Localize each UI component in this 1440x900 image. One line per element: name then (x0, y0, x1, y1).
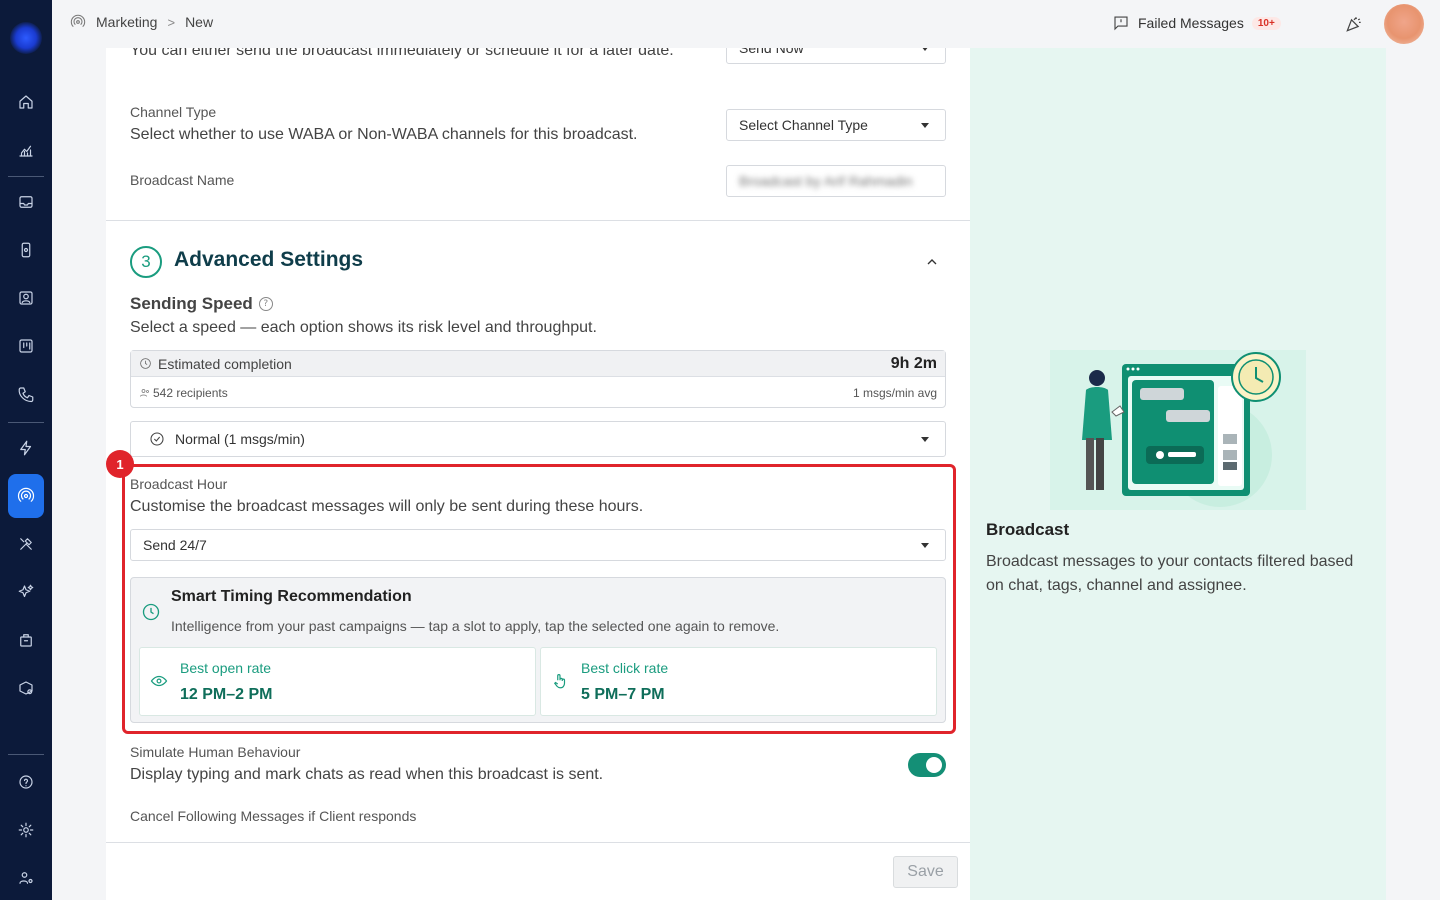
sending-speed-value: Normal (1 msgs/min) (175, 431, 305, 447)
best-open-rate-slot[interactable]: Best open rate 12 PM–2 PM (139, 647, 536, 716)
broadcast-name-label: Broadcast Name (130, 172, 235, 188)
broadcast-name-value: Broadcast by Arif Rahmadin (739, 173, 913, 189)
cancel-following-label: Cancel Following Messages if Client resp… (130, 808, 417, 824)
estimated-completion-row: Estimated completion 9h 2m (131, 351, 945, 377)
check-circle-icon (150, 432, 164, 446)
annotation-number: 1 (106, 450, 134, 478)
slot-label: Best open rate (180, 660, 272, 676)
help-icon[interactable] (8, 762, 44, 802)
integrations-icon[interactable] (8, 668, 44, 708)
smart-timing-description: Intelligence from your past campaigns — … (171, 618, 780, 634)
save-button[interactable]: Save (893, 856, 958, 888)
message-alert-icon (1114, 16, 1128, 31)
sending-speed-label: Sending Speed (130, 294, 253, 313)
settings-gear-icon[interactable] (8, 810, 44, 850)
board-icon[interactable] (8, 326, 44, 366)
sending-speed-description: Select a speed — each option shows its r… (130, 319, 597, 336)
channel-type-select-value: Select Channel Type (739, 117, 868, 133)
inbox-icon[interactable] (8, 182, 44, 222)
breadcrumb-root[interactable]: Marketing (96, 14, 157, 30)
broadcast-hour-select[interactable]: Send 24/7 (130, 529, 946, 561)
broadcast-form: You can either send the broadcast immedi… (106, 48, 970, 900)
home-icon[interactable] (8, 82, 44, 122)
simulate-human-label: Simulate Human Behaviour (130, 744, 301, 760)
caret-down-icon (921, 123, 929, 128)
device-icon[interactable] (8, 230, 44, 270)
estimated-completion-panel: Estimated completion 9h 2m 542 recipient… (130, 350, 946, 408)
user-avatar[interactable] (1384, 4, 1424, 44)
caret-down-icon (921, 543, 929, 548)
analytics-icon[interactable] (8, 130, 44, 170)
broadcast-hour-description: Customise the broadcast messages will on… (130, 498, 644, 515)
slot-label: Best click rate (581, 660, 669, 676)
tools-icon[interactable] (8, 524, 44, 564)
failed-messages-label: Failed Messages (1138, 15, 1244, 31)
info-panel: Broadcast Broadcast messages to your con… (970, 48, 1386, 900)
simulate-human-toggle[interactable] (908, 753, 946, 777)
slot-time: 5 PM–7 PM (581, 686, 665, 703)
channel-type-select[interactable]: Select Channel Type (726, 109, 946, 141)
caret-down-icon (921, 437, 929, 442)
broadcast-hour-label: Broadcast Hour (130, 476, 228, 492)
best-click-rate-slot[interactable]: Best click rate 5 PM–7 PM (540, 647, 937, 716)
breadcrumb-separator: > (167, 14, 176, 30)
average-rate: 1 msgs/min avg (852, 385, 937, 400)
failed-messages-button[interactable]: Failed Messages 10+ (1112, 14, 1281, 32)
sidebar-divider (8, 422, 44, 423)
sending-speed-select[interactable]: Normal (1 msgs/min) (130, 421, 946, 457)
schedule-description: You can either send the broadcast immedi… (130, 48, 674, 59)
app-logo[interactable] (10, 22, 42, 54)
slot-time: 12 PM–2 PM (180, 686, 273, 703)
sending-speed-heading: Sending Speed ? (130, 294, 273, 314)
users-icon (140, 388, 149, 397)
toggle-knob (926, 757, 942, 773)
recipients-row: 542 recipients 1 msgs/min avg (131, 377, 945, 408)
recipients-count: 542 recipients (153, 385, 228, 400)
help-circle-icon[interactable]: ? (258, 297, 273, 311)
topbar: Marketing > New Failed Messages 10+ (52, 0, 1440, 48)
broadcast-name-input[interactable]: Broadcast by Arif Rahmadin (726, 165, 946, 197)
collapse-chevron-icon[interactable] (924, 254, 940, 270)
info-panel-title: Broadcast (986, 520, 1070, 539)
sidebar-divider (8, 176, 44, 177)
eye-icon (150, 672, 168, 690)
whats-new-icon[interactable] (1344, 14, 1364, 34)
smart-timing-title: Smart Timing Recommendation (171, 588, 412, 605)
schedule-select-value: Send Now (739, 48, 804, 56)
automation-icon[interactable] (8, 428, 44, 468)
broadcast-hour-value: Send 24/7 (143, 537, 207, 553)
channel-type-label: Channel Type (130, 104, 217, 120)
breadcrumb: Marketing > New (70, 14, 213, 30)
broadcast-icon[interactable] (8, 474, 44, 518)
info-panel-description: Broadcast messages to your contacts filt… (986, 553, 1354, 594)
estimated-completion-label: Estimated completion (158, 355, 292, 372)
sidebar-divider (8, 754, 44, 755)
simulate-human-description: Display typing and mark chats as read wh… (130, 766, 604, 783)
sidebar (0, 0, 52, 900)
schedule-select[interactable]: Send Now (726, 48, 946, 64)
broadcast-illustration (1050, 350, 1306, 510)
failed-messages-badge: 10+ (1251, 16, 1281, 30)
breadcrumb-current: New (185, 14, 214, 30)
contacts-icon[interactable] (8, 278, 44, 318)
channel-type-description: Select whether to use WABA or Non-WABA c… (130, 126, 638, 143)
store-icon[interactable] (8, 620, 44, 660)
user-settings-icon[interactable] (8, 858, 44, 898)
caret-down-icon (921, 48, 929, 51)
phone-icon[interactable] (8, 374, 44, 414)
clock-icon (140, 358, 151, 369)
ai-sparkle-icon[interactable] (8, 572, 44, 612)
form-footer: Save (106, 842, 970, 900)
section-divider (106, 220, 970, 221)
step-number: 3 (130, 246, 162, 278)
smart-timing-panel: Smart Timing Recommendation Intelligence… (130, 577, 946, 723)
pointer-icon (551, 672, 569, 690)
clock-icon (141, 602, 161, 622)
advanced-settings-title: Advanced Settings (174, 248, 364, 271)
estimated-completion-value: 9h 2m (890, 354, 937, 372)
broadcast-icon (70, 14, 86, 28)
